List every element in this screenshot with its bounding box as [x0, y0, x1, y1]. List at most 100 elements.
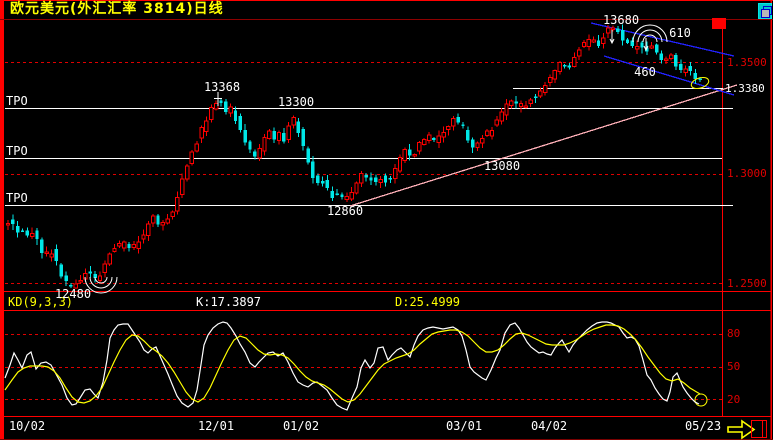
candle-body-down [301, 128, 305, 146]
candle-body-down [461, 124, 465, 127]
red-square-marker [712, 18, 726, 29]
candle-body-down [533, 96, 538, 99]
candle-body-down [388, 178, 393, 180]
candle-body-down [54, 248, 59, 261]
candle-body-up [446, 126, 451, 131]
candle-body-up [267, 130, 272, 139]
candle-body-up [683, 68, 688, 74]
window-left-border [0, 0, 4, 440]
candle-body-up [649, 45, 654, 49]
kd-axis-label: 50 [727, 360, 741, 373]
candle-body-up [194, 143, 199, 152]
price-axis-label: 1.3000 [727, 167, 767, 180]
candle-body-down [64, 275, 68, 281]
candle-body-up [412, 154, 417, 157]
candle-body-down [374, 177, 378, 183]
candle-body-up [480, 137, 485, 144]
candle-body-down [688, 66, 693, 72]
candle-body-down [466, 130, 470, 141]
candle-body-up [213, 102, 219, 110]
candle-body-down [127, 243, 131, 249]
chart-annotation-label: 12480 [54, 287, 92, 301]
candle-body-up [417, 141, 422, 152]
candle-body-up [78, 279, 83, 283]
restore-window-icon[interactable] [758, 3, 772, 19]
candle-body-up [349, 192, 354, 200]
candle-body-down [325, 180, 330, 188]
candle-body-up [44, 251, 49, 255]
candle-body-up [378, 179, 383, 184]
candle-body-down [616, 28, 620, 33]
candle-body-up [572, 57, 577, 68]
candle-body-up [397, 157, 403, 172]
date-axis-label: 12/01 [197, 419, 235, 433]
candle-body-down [693, 72, 697, 79]
candle-body-up [199, 126, 204, 139]
candle-body-up [664, 58, 669, 62]
price-axis-label: 1.2500 [727, 277, 767, 290]
candle-body-down [11, 219, 15, 225]
candle-body-down [432, 137, 436, 141]
candle-body-up [499, 111, 504, 122]
candle-body-down [674, 55, 678, 67]
candle-body-up [30, 233, 35, 237]
tpo-level-label: TPO [6, 144, 28, 158]
candle-body-up [112, 247, 117, 253]
candle-body-down [35, 230, 39, 239]
kd-k-value: K:17.3897 [196, 295, 262, 309]
candle-body-down [219, 100, 223, 104]
candle-body-up [184, 165, 190, 180]
candle-body-up [359, 172, 364, 184]
candle-body-up [451, 118, 456, 127]
candle-body-down [253, 151, 257, 157]
candle-body-up [354, 182, 359, 194]
candle-body-up [489, 130, 495, 137]
candle-body-up [494, 119, 500, 126]
candle-body-down [340, 194, 344, 198]
scroll-right-arrow[interactable] [727, 419, 756, 440]
kd-axis-label: 20 [727, 393, 741, 406]
candle-body-up [180, 178, 185, 195]
candle-body-down [679, 63, 683, 70]
date-axis-label: 05/23 [684, 419, 722, 433]
candle-body-up [165, 218, 170, 224]
candle-body-up [635, 45, 640, 50]
restore-icon-front-square [761, 9, 770, 18]
candle-body-down [156, 215, 160, 225]
kd-d-line [4, 324, 701, 404]
candle-body-up [504, 103, 509, 116]
candle-body-down [296, 121, 301, 134]
candle-body-up [484, 130, 490, 136]
candle-body-up [668, 54, 674, 59]
candle-body-up [509, 100, 514, 107]
candle-body-up [141, 234, 146, 240]
candle-body-down [320, 181, 325, 184]
candle-body-up [121, 241, 127, 249]
candle-body-down [272, 130, 276, 140]
candle-body-down [640, 42, 644, 48]
candle-body-up [175, 196, 180, 212]
candle-body-up [523, 105, 529, 108]
candle-body-up [528, 99, 533, 104]
kd-d-value: D:25.4999 [395, 295, 461, 309]
candle-body-up [102, 263, 107, 273]
candle-body-up [538, 90, 543, 97]
candle-body-up [5, 223, 11, 226]
date-axis-label: 10/02 [8, 419, 46, 433]
candle-body-up [117, 242, 122, 247]
candle-body-down [369, 177, 373, 181]
candle-body-up [276, 132, 282, 142]
candle-body-up [170, 211, 175, 218]
candle-body-down [567, 65, 572, 68]
candle-body-down [654, 44, 659, 53]
price-axis-label: 1.3380 [725, 82, 765, 95]
candle-body-down [248, 141, 252, 150]
chart-canvas[interactable] [0, 0, 773, 440]
blue-channel-lower [603, 55, 735, 96]
candle-body-up [422, 138, 427, 145]
date-axis-label: 04/02 [530, 419, 568, 433]
candle-body-down [625, 39, 630, 43]
candle-body-up [257, 148, 262, 159]
candle-body-up [441, 131, 446, 138]
candle-body-up [393, 167, 398, 180]
